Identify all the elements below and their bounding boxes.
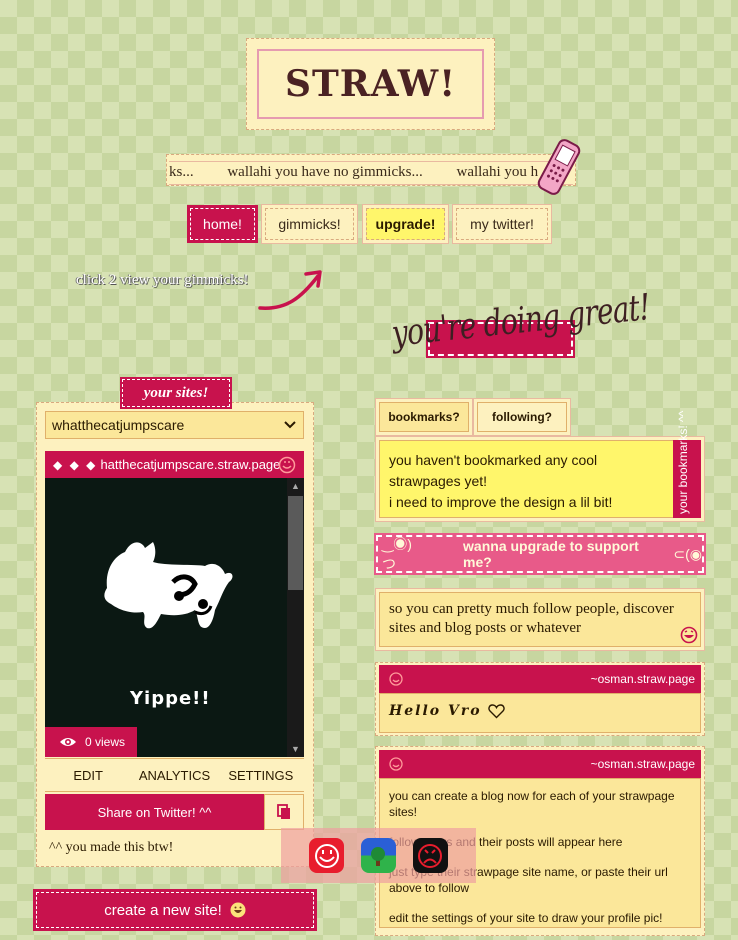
laughing-face-icon — [680, 626, 698, 644]
create-site-label: create a new site! — [104, 901, 222, 919]
arrow-icon — [258, 270, 322, 310]
post-header: ~osman.straw.page — [379, 750, 701, 778]
click-hint: click 2 view your gimmicks! — [76, 272, 249, 288]
preview-diamonds: ◆ ◆ ◆ — [53, 457, 98, 472]
title-box: STRAW! — [246, 38, 495, 130]
bookmarks-vertical-label: your bookmarks! ^^ — [676, 410, 690, 514]
eye-icon — [60, 738, 76, 746]
edit-button[interactable]: EDIT — [45, 759, 131, 791]
marquee-item: wallahi you have no gimmicks... — [227, 164, 423, 180]
preview-caption: Yippe!! — [130, 688, 211, 709]
dock-app-smiley[interactable] — [309, 838, 345, 873]
settings-button[interactable]: SETTINGS — [218, 759, 304, 791]
post-paragraph: you can create a blog now for each of yo… — [389, 789, 675, 819]
bookmarks-design-note: i need to improve the design a lil bit! — [389, 494, 613, 510]
smiley-icon — [389, 757, 403, 771]
dock-app-frown[interactable] — [412, 838, 448, 873]
made-note: ^^ you made this btw! — [49, 840, 174, 855]
share-twitter-button[interactable]: Share on Twitter! ^^ — [45, 794, 264, 830]
nav-home-button[interactable]: home! — [190, 208, 255, 240]
preview-url-bar: ◆ ◆ ◆ hatthecatjumpscare.straw.page — [45, 451, 304, 478]
chevron-down-icon — [284, 421, 296, 429]
nav-upgrade-button[interactable]: upgrade! — [366, 208, 445, 240]
copy-icon — [277, 804, 290, 819]
preview-url[interactable]: hatthecatjumpscare.straw.page — [99, 457, 280, 472]
nav-twitter-button[interactable]: my twitter! — [456, 208, 548, 240]
smiley-icon — [314, 843, 339, 868]
heart-icon[interactable] — [487, 703, 505, 719]
tab-following[interactable]: following? — [477, 402, 567, 432]
gimmick-marquee: ks... wallahi you have no gimmicks... wa… — [166, 154, 576, 186]
bookmarks-message: you haven't bookmarked any cool strawpag… — [389, 450, 669, 513]
post-content: Hello Vro — [389, 703, 482, 719]
app-dock — [281, 828, 476, 883]
scroll-up-icon[interactable]: ▲ — [291, 481, 300, 491]
site-select-value: whatthecatjumpscare — [52, 417, 185, 433]
bookmarks-empty-text: you haven't bookmarked any cool strawpag… — [389, 452, 598, 489]
upgrade-face-left: ‿◉)つ — [382, 536, 412, 572]
views-badge: 0 views — [45, 727, 137, 757]
follow-info-text: so you can pretty much follow people, di… — [389, 601, 674, 636]
upgrade-face-right: ⊂(◉ — [673, 545, 702, 562]
nav-gimmicks-button[interactable]: gimmicks! — [265, 208, 354, 240]
post-author[interactable]: ~osman.straw.page — [591, 757, 695, 771]
tab-bookmarks[interactable]: bookmarks? — [379, 402, 469, 432]
title-frame: STRAW! — [257, 49, 484, 119]
upgrade-banner[interactable]: ‿◉)つ wanna upgrade to support me? ⊂(◉ — [376, 535, 704, 573]
frown-icon — [418, 843, 443, 868]
tree-icon — [371, 846, 386, 866]
post-header: ~osman.straw.page — [379, 665, 701, 693]
preview-scroll-thumb[interactable] — [288, 496, 303, 590]
post-paragraph: edit the settings of your site to draw y… — [389, 911, 663, 925]
site-select[interactable]: whatthecatjumpscare — [45, 411, 304, 439]
marquee-item: ks... — [169, 164, 194, 180]
analytics-button[interactable]: ANALYTICS — [131, 759, 217, 791]
copy-link-button[interactable] — [264, 794, 304, 830]
grin-icon — [230, 902, 246, 918]
smiley-icon — [389, 672, 403, 686]
views-count: 0 views — [85, 735, 126, 749]
site-actions: EDIT ANALYTICS SETTINGS — [45, 758, 304, 792]
post-text: Hello Vro — [389, 703, 505, 719]
scroll-down-icon[interactable]: ▼ — [291, 744, 300, 754]
site-preview[interactable] — [45, 478, 304, 757]
site-title: STRAW! — [284, 63, 457, 105]
smiley-icon — [278, 456, 296, 473]
marquee-item: wallahi you h — [456, 164, 539, 180]
cat-drawing — [104, 542, 233, 629]
post-author[interactable]: ~osman.straw.page — [591, 672, 695, 686]
your-sites-heading: your sites! — [122, 379, 230, 407]
dock-app-landscape[interactable] — [360, 838, 396, 873]
upgrade-label: wanna upgrade to support me? — [463, 538, 639, 570]
